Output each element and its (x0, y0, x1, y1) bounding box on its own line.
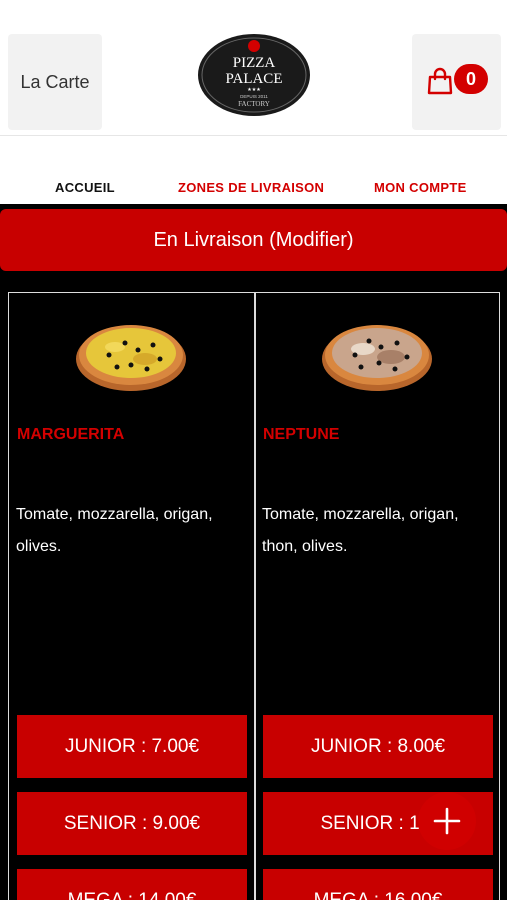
pizza-marguerita-image[interactable] (75, 317, 187, 393)
price-senior-button[interactable]: SENIOR : 9.00€ (17, 792, 247, 855)
price-junior-button[interactable]: JUNIOR : 8.00€ (263, 715, 493, 778)
pizza-neptune-image[interactable] (321, 317, 433, 393)
app-header: La Carte PIZZA PALACE ★★★ DEPUIS 2011 FA… (0, 0, 507, 136)
price-mega-button[interactable]: MEGA : 16.00€ (263, 869, 493, 900)
svg-text:PIZZA: PIZZA (233, 55, 276, 71)
svg-text:PALACE: PALACE (226, 71, 283, 87)
price-mega-button[interactable]: MEGA : 14.00€ (17, 869, 247, 900)
pizza-palace-logo[interactable]: PIZZA PALACE ★★★ DEPUIS 2011 FACTORY (197, 33, 311, 117)
cart-button[interactable]: 0 (412, 34, 501, 130)
delivery-mode-button[interactable]: En Livraison (Modifier) (0, 209, 507, 271)
menu-carte-button[interactable]: La Carte (8, 34, 102, 130)
shopping-bag-icon (427, 67, 453, 95)
svg-text:FACTORY: FACTORY (238, 100, 270, 108)
product-description: Tomate, mozzarella, origan, olives. (16, 506, 213, 555)
carte-label: La Carte (20, 71, 90, 92)
nav-mon-compte[interactable]: MON COMPTE (374, 180, 467, 195)
product-card-marguerita: MARGUERITA Tomate, mozzarella, origan, o… (9, 293, 254, 900)
svg-text:★★★: ★★★ (247, 87, 261, 93)
plus-icon (433, 807, 461, 835)
product-name: MARGUERITA (17, 426, 125, 443)
price-junior-button[interactable]: JUNIOR : 7.00€ (17, 715, 247, 778)
nav-accueil[interactable]: ACCUEIL (55, 180, 115, 195)
product-description: Tomate, mozzarella, origan, thon, olives… (262, 506, 459, 555)
nav-zones-livraison[interactable]: ZONES DE LIVRAISON (178, 180, 324, 195)
product-name: NEPTUNE (263, 426, 340, 443)
svg-text:DEPUIS 2011: DEPUIS 2011 (240, 94, 268, 99)
cart-count-badge: 0 (454, 64, 488, 94)
floating-add-button[interactable] (418, 792, 476, 850)
main-nav: ACCUEIL ZONES DE LIVRAISON MON COMPTE (0, 136, 507, 204)
